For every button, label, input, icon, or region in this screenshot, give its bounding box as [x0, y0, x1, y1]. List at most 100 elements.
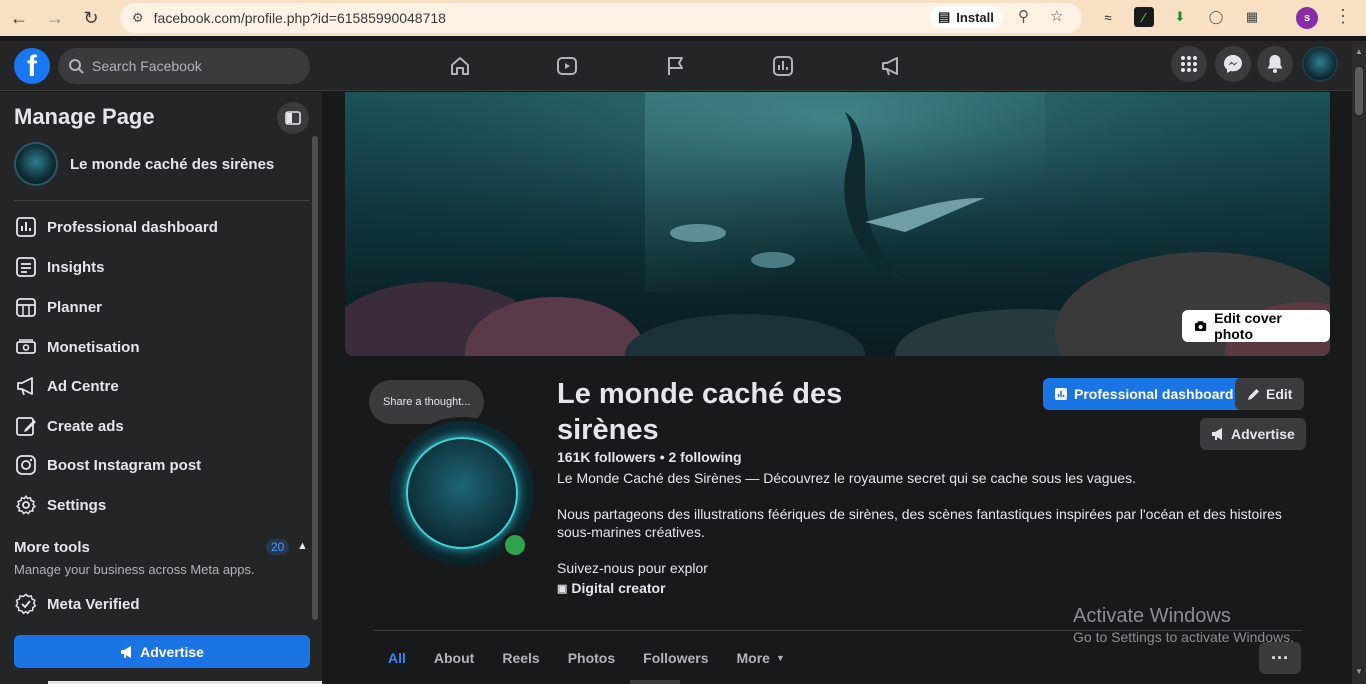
- extension-terminal-icon[interactable]: ∕: [1134, 7, 1154, 27]
- megaphone-icon: [14, 374, 38, 398]
- forward-icon[interactable]: →: [42, 5, 68, 31]
- tab-more[interactable]: More ▼: [723, 640, 799, 676]
- camera-icon: [1194, 321, 1207, 332]
- sidebar-item-ad-centre[interactable]: Ad Centre: [10, 368, 300, 404]
- sidebar-item-insights[interactable]: Insights: [10, 249, 300, 285]
- sidebar-item-label: Meta Verified: [47, 595, 140, 613]
- install-button[interactable]: ▤ Install: [930, 6, 1002, 28]
- sidebar-item-label: Ad Centre: [47, 377, 119, 395]
- dashboard-icon: [1055, 388, 1067, 400]
- monetisation-icon: [14, 335, 38, 359]
- sidebar-advertise-button[interactable]: Advertise: [14, 635, 310, 668]
- sidebar-item-boost-instagram-post[interactable]: Boost Instagram post: [10, 447, 300, 483]
- sidebar-item-label: Monetisation: [47, 338, 140, 356]
- tab-reels[interactable]: Reels: [488, 640, 553, 676]
- professional-dashboard-label: Professional dashboard: [1074, 386, 1234, 402]
- online-status-dot: [502, 532, 528, 558]
- more-tools-title[interactable]: More tools: [14, 539, 90, 556]
- home-icon[interactable]: [448, 54, 472, 78]
- bookmark-star-icon[interactable]: ☆: [1050, 7, 1063, 25]
- planner-icon: [14, 295, 38, 319]
- extension-speed-icon[interactable]: ◯: [1206, 7, 1226, 27]
- profile-main: Edit cover photo Share a thought... Le m…: [322, 92, 1352, 684]
- megaphone-icon: [121, 645, 132, 658]
- pages-flag-icon[interactable]: [664, 54, 688, 78]
- account-avatar[interactable]: [1302, 46, 1338, 82]
- edit-page-button[interactable]: Edit: [1235, 378, 1305, 410]
- professional-dashboard-button[interactable]: Professional dashboard: [1043, 378, 1245, 410]
- messenger-icon[interactable]: [1215, 46, 1251, 82]
- sidebar-item-settings[interactable]: Settings: [10, 487, 300, 523]
- advertise-button[interactable]: Advertise: [1200, 418, 1306, 450]
- more-options-button[interactable]: ···: [1259, 642, 1301, 674]
- tab-followers[interactable]: Followers: [629, 640, 722, 676]
- tab-photos[interactable]: Photos: [554, 640, 629, 676]
- sidebar-item-label: Create ads: [47, 417, 124, 435]
- page-title: Le monde caché des sirènes: [557, 378, 843, 446]
- sidebar-item-label: Insights: [47, 258, 105, 276]
- notifications-bell-icon[interactable]: [1257, 46, 1293, 82]
- extensions-puzzle-icon[interactable]: ▦: [1242, 7, 1262, 27]
- dashboard-nav-icon[interactable]: [771, 54, 795, 78]
- edit-cover-photo-button[interactable]: Edit cover photo: [1182, 310, 1330, 342]
- extension-download-icon[interactable]: ⬇: [1170, 7, 1190, 27]
- search-input[interactable]: [92, 58, 282, 74]
- sidebar-item-professional-dashboard[interactable]: Professional dashboard: [10, 209, 300, 245]
- search-box[interactable]: [58, 48, 310, 84]
- sidebar-title: Manage Page: [14, 104, 155, 129]
- page-avatar: [14, 142, 58, 186]
- scroll-up-icon[interactable]: ▲: [1355, 47, 1363, 56]
- profile-picture-ring: [406, 437, 518, 549]
- site-info-icon[interactable]: ⚙: [132, 10, 144, 26]
- pencil-icon: [1248, 388, 1259, 400]
- bio-line: Suivez-nous pour explor: [557, 560, 708, 576]
- sidebar-item-label: Boost Instagram post: [47, 456, 202, 474]
- browser-menu-icon[interactable]: ⋮: [1334, 6, 1352, 27]
- sidebar-advertise-label: Advertise: [140, 643, 204, 660]
- sidebar-item-monetisation[interactable]: Monetisation: [10, 329, 300, 365]
- sidebar-toggle-icon[interactable]: [277, 102, 309, 134]
- insights-icon: [14, 255, 38, 279]
- scroll-thumb[interactable]: [1355, 67, 1363, 115]
- bio-line: Le Monde Caché des Sirènes — Découvrez l…: [557, 470, 1136, 486]
- manage-page-sidebar: Manage Page Le monde caché des sirènes P…: [0, 92, 336, 684]
- back-icon[interactable]: ←: [6, 5, 32, 31]
- menu-grid-icon[interactable]: [1171, 46, 1207, 82]
- gear-icon: [14, 493, 38, 517]
- sidebar-item-create-ads[interactable]: Create ads: [10, 408, 300, 444]
- zoom-icon[interactable]: ⚲: [1018, 7, 1029, 25]
- sidebar-page-switcher[interactable]: Le monde caché des sirènes: [14, 142, 274, 186]
- sidebar-divider: [14, 200, 310, 201]
- tab-hover-indicator: [630, 680, 680, 684]
- facebook-logo[interactable]: f: [14, 48, 50, 84]
- verified-badge-icon: [14, 592, 38, 616]
- video-icon[interactable]: [555, 54, 579, 78]
- extension-chart-icon[interactable]: ≈: [1098, 7, 1118, 27]
- pencil-icon: [14, 414, 38, 438]
- chevron-up-icon[interactable]: ▲: [297, 540, 308, 552]
- category-icon: ▣: [557, 582, 568, 595]
- activate-windows-subtitle: Go to Settings to activate Windows.: [1073, 629, 1294, 645]
- scroll-down-icon[interactable]: ▼: [1355, 667, 1363, 676]
- page-scrollbar[interactable]: ▲ ▼: [1352, 41, 1366, 684]
- facebook-top-nav: f: [0, 41, 1366, 91]
- megaphone-nav-icon[interactable]: [879, 54, 903, 78]
- tab-all[interactable]: All: [374, 640, 420, 676]
- reload-icon[interactable]: ↻: [78, 5, 104, 31]
- advertise-label: Advertise: [1231, 426, 1295, 442]
- page-bio: Le Monde Caché des Sirènes — Découvrez l…: [557, 469, 1297, 595]
- more-tools-subtitle: Manage your business across Meta apps.: [14, 562, 255, 577]
- tab-about[interactable]: About: [420, 640, 488, 676]
- sidebar-item-meta-verified[interactable]: Meta Verified: [10, 586, 300, 622]
- edit-cover-photo-label: Edit cover photo: [1214, 310, 1282, 342]
- browser-profile-avatar[interactable]: s: [1296, 7, 1318, 29]
- followers-count[interactable]: 161K followers • 2 following: [557, 449, 742, 465]
- sidebar-item-label: Settings: [47, 496, 107, 514]
- activate-windows-title: Activate Windows: [1073, 605, 1231, 627]
- sidebar-item-planner[interactable]: Planner: [10, 289, 300, 325]
- instagram-icon: [14, 453, 38, 477]
- sidebar-item-label: Professional dashboard: [47, 218, 218, 236]
- sidebar-scrollbar[interactable]: [312, 136, 318, 620]
- url-text: facebook.com/profile.php?id=615859900487…: [153, 10, 446, 26]
- dashboard-icon: [14, 215, 38, 239]
